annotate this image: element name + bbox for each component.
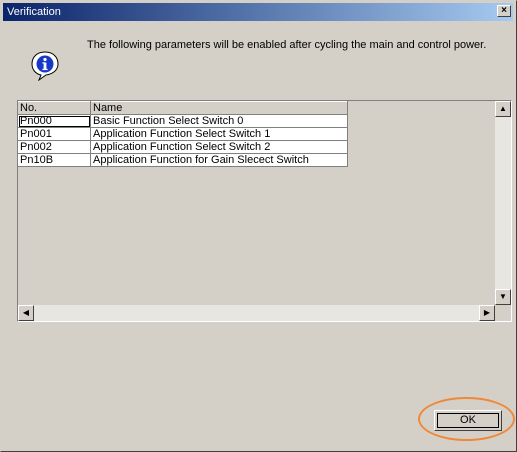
table-header-row: No. Name [18, 101, 348, 115]
scroll-up-button[interactable]: ▲ [495, 101, 511, 117]
arrow-right-icon: ▶ [483, 308, 491, 317]
table-row[interactable]: Pn10B Application Function for Gain Slec… [18, 153, 348, 167]
verification-dialog: Verification × The following parameters … [0, 0, 517, 452]
cell-name: Application Function Select Switch 2 [90, 140, 348, 154]
column-header-name[interactable]: Name [90, 101, 348, 115]
ok-button[interactable]: OK [434, 410, 502, 431]
table-row[interactable]: Pn002 Application Function Select Switch… [18, 140, 348, 154]
close-button[interactable]: × [497, 5, 511, 17]
cell-no: Pn002 [18, 140, 91, 154]
scroll-left-button[interactable]: ◀ [18, 305, 34, 321]
parameter-table: No. Name Pn000 Basic Function Select Swi… [18, 101, 348, 167]
cell-name: Basic Function Select Switch 0 [90, 114, 348, 128]
close-icon: × [501, 5, 507, 16]
scroll-right-button[interactable]: ▶ [479, 305, 495, 321]
info-message: The following parameters will be enabled… [87, 39, 487, 51]
title-bar[interactable]: Verification × [3, 3, 513, 21]
scrollbar-corner [495, 305, 511, 321]
table-row[interactable]: Pn001 Application Function Select Switch… [18, 127, 348, 141]
cell-no: Pn000 [18, 114, 91, 128]
cell-name: Application Function for Gain Slecect Sw… [90, 153, 348, 167]
scroll-down-button[interactable]: ▼ [495, 289, 511, 305]
cell-no: Pn10B [18, 153, 91, 167]
horizontal-scrollbar[interactable]: ◀ ▶ [18, 305, 495, 321]
parameter-list[interactable]: No. Name Pn000 Basic Function Select Swi… [17, 100, 512, 322]
window-title: Verification [7, 6, 61, 18]
table-row[interactable]: Pn000 Basic Function Select Switch 0 [18, 114, 348, 128]
list-content: No. Name Pn000 Basic Function Select Swi… [18, 101, 495, 305]
arrow-left-icon: ◀ [22, 308, 30, 317]
cell-no: Pn001 [18, 127, 91, 141]
arrow-down-icon: ▼ [499, 292, 507, 301]
vertical-scrollbar[interactable]: ▲ ▼ [495, 101, 511, 305]
column-header-no[interactable]: No. [18, 101, 91, 115]
info-icon [31, 51, 59, 81]
cell-name: Application Function Select Switch 1 [90, 127, 348, 141]
arrow-up-icon: ▲ [499, 104, 507, 113]
